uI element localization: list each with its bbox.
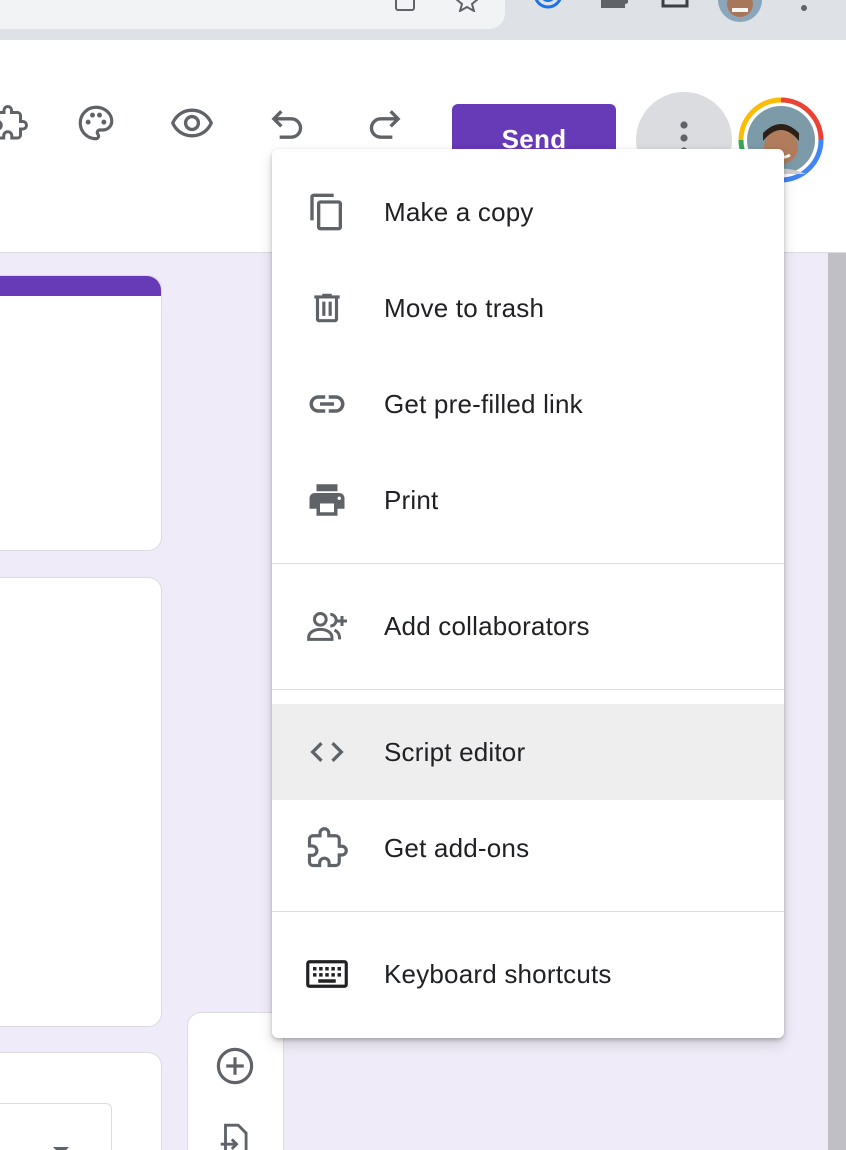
menu-item-get-addons[interactable]: Get add-ons [272, 800, 784, 896]
menu-item-keyboard-shortcuts[interactable]: Keyboard shortcuts [272, 926, 784, 1022]
menu-item-label: Script editor [384, 736, 526, 767]
puzzle-icon [304, 825, 350, 871]
menu-item-move-to-trash[interactable]: Move to trash [272, 260, 784, 356]
menu-item-prefilled-link[interactable]: Get pre-filled link [272, 356, 784, 452]
chrome-profile-avatar[interactable] [718, 0, 762, 22]
question-card[interactable] [0, 577, 162, 1027]
redo-icon[interactable] [360, 99, 408, 147]
tab-search-icon[interactable] [660, 0, 689, 10]
dropdown-arrow-icon [51, 1144, 71, 1150]
keyboard-icon [304, 951, 350, 997]
menu-item-label: Move to trash [384, 292, 545, 323]
menu-divider [272, 689, 784, 690]
menu-item-label: Print [384, 484, 439, 515]
bookmark-star-icon[interactable] [455, 0, 479, 14]
floating-action-panel [187, 1012, 284, 1150]
menu-item-script-editor[interactable]: Script editor [272, 704, 784, 800]
extensions-puzzle-icon[interactable] [598, 0, 629, 10]
page-scrollbar[interactable] [828, 253, 846, 1150]
chrome-menu-icon[interactable] [800, 0, 808, 11]
copy-icon [304, 189, 350, 235]
code-icon [304, 729, 350, 775]
menu-item-label: Get add-ons [384, 832, 530, 863]
menu-item-label: Get pre-filled link [384, 388, 583, 419]
more-options-menu: Make a copy Move to trash Get pre-filled… [272, 149, 784, 1038]
menu-item-make-copy[interactable]: Make a copy [272, 164, 784, 260]
question-type-dropdown[interactable] [0, 1103, 112, 1150]
trash-icon [304, 285, 350, 331]
add-collaborators-icon [304, 603, 350, 649]
menu-item-print[interactable]: Print [272, 452, 784, 548]
menu-divider [272, 911, 784, 912]
extension-g-icon[interactable] [533, 0, 562, 10]
form-title-card[interactable] [0, 275, 162, 551]
preview-eye-icon[interactable] [168, 99, 216, 147]
menu-item-label: Keyboard shortcuts [384, 958, 612, 989]
add-question-icon[interactable] [214, 1045, 256, 1092]
form-accent-bar [0, 276, 161, 296]
import-questions-icon[interactable] [216, 1121, 254, 1150]
undo-icon[interactable] [264, 99, 312, 147]
menu-item-label: Add collaborators [384, 610, 590, 641]
addon-icon[interactable] [0, 99, 34, 147]
link-icon [304, 381, 350, 427]
menu-divider [272, 563, 784, 564]
menu-item-add-collaborators[interactable]: Add collaborators [272, 578, 784, 674]
page-info-icon[interactable] [394, 0, 416, 14]
menu-item-label: Make a copy [384, 196, 534, 227]
browser-chrome [0, 0, 846, 40]
print-icon [304, 477, 350, 523]
address-bar[interactable] [0, 0, 505, 29]
palette-icon[interactable] [72, 99, 120, 147]
